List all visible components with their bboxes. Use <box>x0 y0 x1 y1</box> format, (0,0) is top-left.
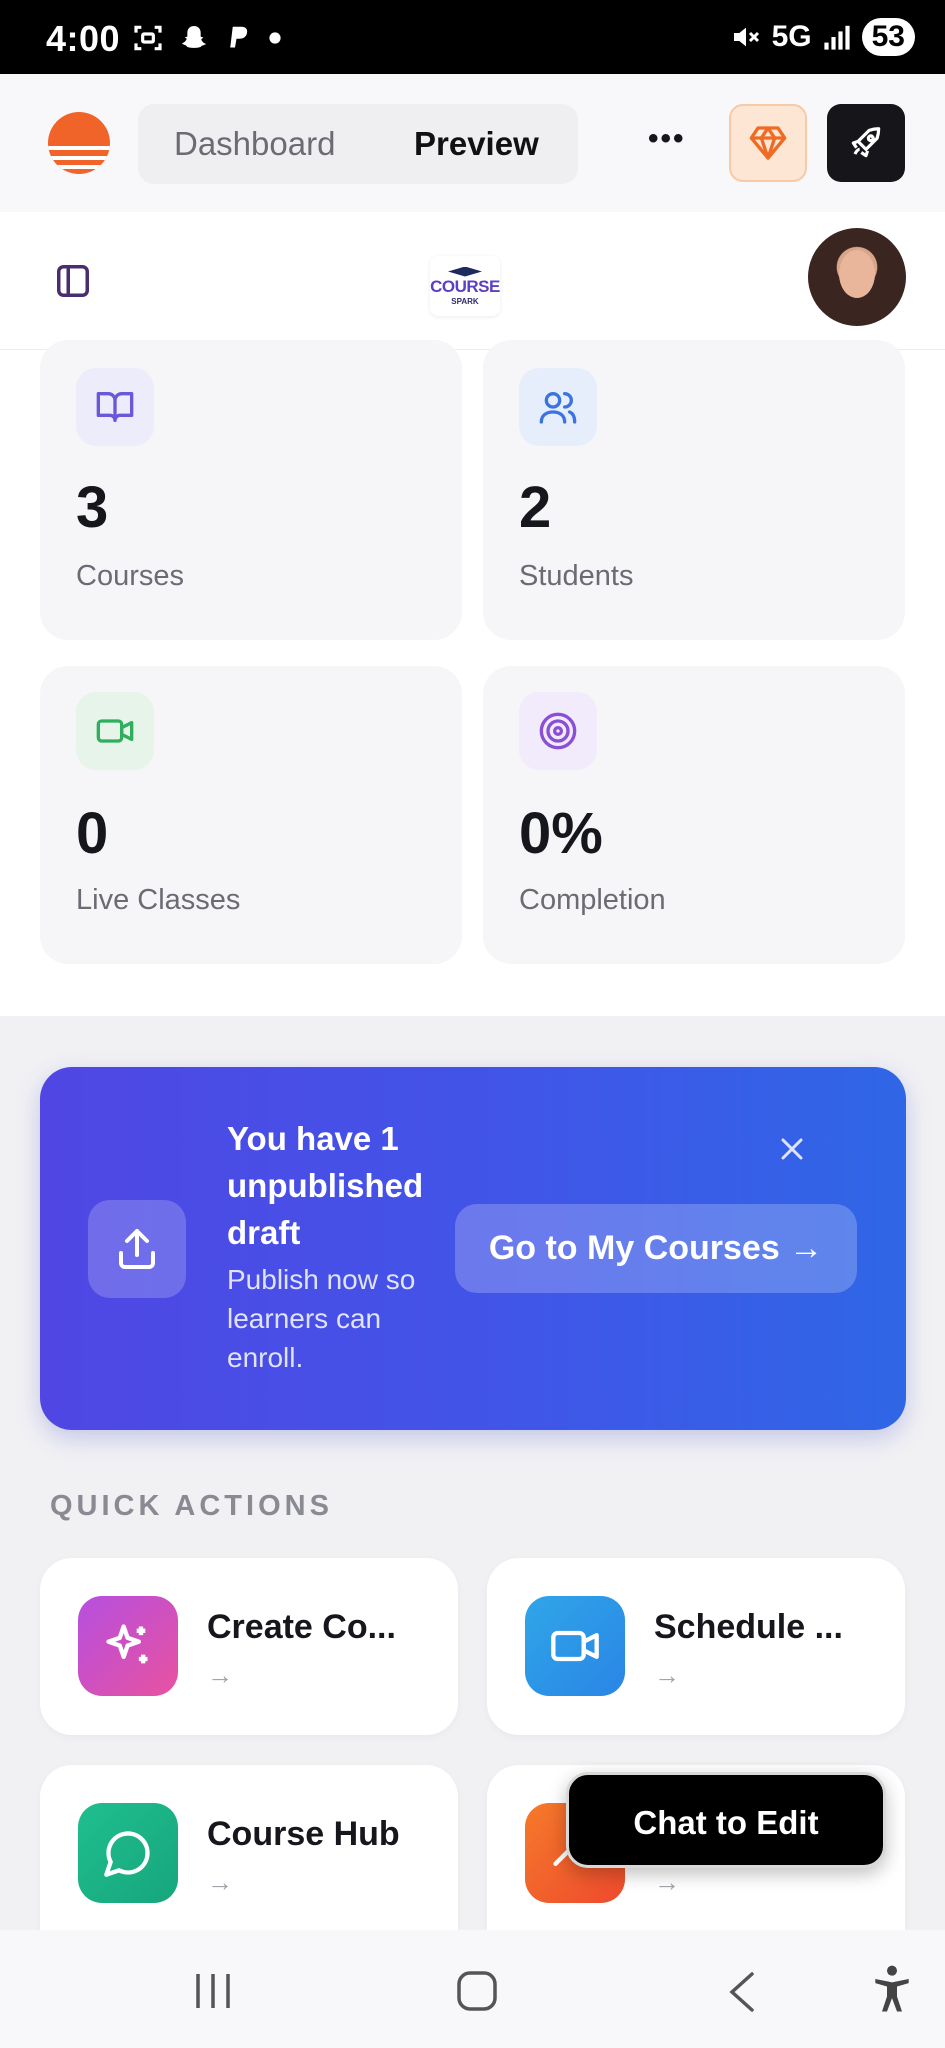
system-navigation-bar <box>0 1930 945 2048</box>
view-toggle: Dashboard Preview <box>138 104 578 184</box>
sidebar-icon <box>57 265 89 297</box>
upload-icon <box>88 1200 186 1298</box>
recent-apps-button[interactable] <box>190 1970 236 2017</box>
arrow-right-icon: → <box>207 1867 233 1897</box>
banner-subtitle: Publish now so learners can enroll. <box>227 1264 416 1373</box>
close-icon[interactable] <box>774 1131 810 1167</box>
home-button[interactable] <box>456 1970 498 2017</box>
upgrade-button[interactable] <box>729 104 807 182</box>
stat-label: Completion <box>519 884 666 916</box>
stats-section: 3 Courses 2 Students 0 Live Classes 0% C… <box>0 340 945 1016</box>
status-time: 4:00 <box>46 18 121 59</box>
notification-icons <box>132 22 282 54</box>
app-logo[interactable] <box>48 112 110 174</box>
mute-icon <box>733 27 759 47</box>
home-icon <box>457 1971 497 2011</box>
accessibility-button[interactable] <box>872 1964 912 2019</box>
accessibility-icon <box>875 1965 909 2012</box>
stat-label: Live Classes <box>76 884 241 916</box>
back-icon <box>729 1972 754 2012</box>
stat-card-completion[interactable]: 0% Completion <box>483 666 905 964</box>
app-bar: Dashboard Preview ••• <box>0 74 945 212</box>
battery-indicator: 53 <box>861 18 915 56</box>
video-icon <box>525 1596 625 1696</box>
quick-action-create-course[interactable]: Create Co... → <box>40 1558 458 1735</box>
quick-action-label: Course Hub <box>207 1815 400 1853</box>
unpublished-draft-banner: You have 1 unpublished draft Publish now… <box>40 1067 906 1430</box>
dot-icon <box>269 32 281 44</box>
sparkles-icon <box>78 1596 178 1696</box>
status-indicators: 5G 53 <box>730 18 915 56</box>
stat-label: Students <box>519 560 634 592</box>
quick-actions-title: QUICK ACTIONS <box>50 1490 333 1522</box>
stat-value: 2 <box>519 475 552 540</box>
quick-action-schedule[interactable]: Schedule ... → <box>487 1558 905 1735</box>
arrow-right-icon: → <box>207 1660 233 1690</box>
network-type: 5G <box>771 20 812 53</box>
stat-value: 3 <box>76 475 109 540</box>
publish-button[interactable] <box>827 104 905 182</box>
go-to-my-courses-button[interactable]: Go to My Courses → <box>455 1204 857 1293</box>
screenshot-icon <box>134 25 162 51</box>
sidebar-toggle-button[interactable] <box>54 262 92 305</box>
stat-card-live-classes[interactable]: 0 Live Classes <box>40 666 462 964</box>
rocket-icon <box>851 127 881 158</box>
status-bar: 4:00 5G 53 <box>0 0 945 74</box>
stat-value: 0 <box>76 801 109 866</box>
gem-icon <box>749 126 787 160</box>
tab-preview[interactable]: Preview <box>414 104 539 184</box>
back-button[interactable] <box>724 1970 758 2019</box>
chat-bubble-icon <box>78 1803 178 1903</box>
stat-value: 0% <box>519 801 603 866</box>
tab-dashboard[interactable]: Dashboard <box>174 104 335 184</box>
more-options-button[interactable]: ••• <box>648 122 686 156</box>
quick-action-label: Schedule ... <box>654 1608 843 1646</box>
video-icon <box>76 692 154 770</box>
stat-label: Courses <box>76 560 184 592</box>
recent-apps-icon <box>196 1974 230 2008</box>
book-open-icon <box>76 368 154 446</box>
banner-title: You have 1 unpublished draft <box>227 1120 424 1251</box>
users-icon <box>519 368 597 446</box>
target-icon <box>519 692 597 770</box>
quick-action-course-hub[interactable]: Course Hub → <box>40 1765 458 1930</box>
quick-action-label: Create Co... <box>207 1608 396 1646</box>
signal-icon <box>824 25 850 50</box>
stat-card-courses[interactable]: 3 Courses <box>40 340 462 640</box>
site-header: COURSE SPARK <box>0 212 945 350</box>
arrow-right-icon: → <box>654 1660 680 1690</box>
brand-logo[interactable]: COURSE SPARK <box>430 256 500 316</box>
paypal-icon <box>230 26 248 48</box>
avatar[interactable] <box>808 228 906 326</box>
chat-to-edit-button[interactable]: Chat to Edit <box>566 1772 886 1868</box>
snapchat-icon <box>182 26 206 48</box>
arrow-right-icon: → <box>654 1867 680 1897</box>
stat-card-students[interactable]: 2 Students <box>483 340 905 640</box>
graduation-cap-icon <box>448 266 482 277</box>
